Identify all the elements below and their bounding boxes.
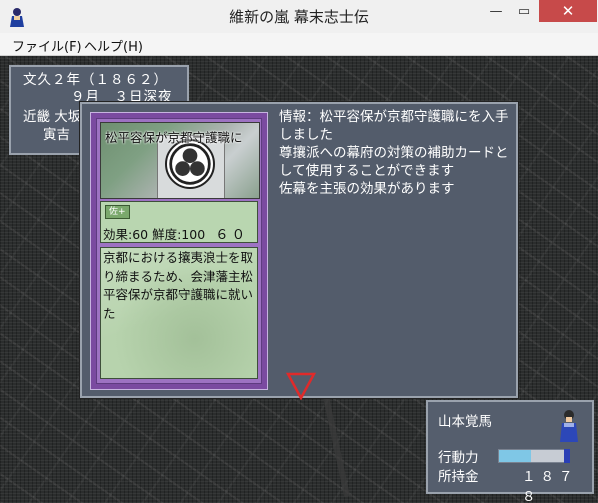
- card-description-box: 京都における攘夷浪士を取り締まるため、会津藩主松平容保が京都守護職に就いた: [100, 247, 258, 379]
- character-name: 山本覚馬: [438, 414, 492, 430]
- card-title: 松平容保が京都守護職に: [105, 130, 243, 145]
- action-power-fill: [499, 450, 531, 462]
- info-card[interactable]: 松平容保が京都守護職に 佐+ 効果:60 鮮度:100 ６０ 京都における攘夷浪士…: [90, 112, 268, 390]
- next-page-arrow-icon[interactable]: [286, 372, 316, 400]
- card-effect-value: ６０: [215, 227, 249, 243]
- game-map[interactable]: 文久２年（１８６２） ９月 ３日深夜 近畿 大坂 寅吉 松平容保が京都守護職に: [0, 56, 598, 503]
- action-power-marker: [564, 449, 570, 463]
- money-label: 所持金: [438, 469, 479, 485]
- menu-bar: ファイル(F) ヘルプ(H): [0, 33, 598, 56]
- window-titlebar: 維新の嵐 幕末志士伝 — ▭ ✕: [0, 0, 598, 34]
- weather-label: 寅吉: [43, 127, 70, 143]
- maximize-button[interactable]: ▭: [510, 0, 538, 22]
- card-stats: 佐+ 効果:60 鮮度:100 ６０: [100, 201, 258, 243]
- date-year: 文久２年（１８６２）: [23, 72, 168, 88]
- character-panel: 山本覚馬 行動力 所持金 １８７８: [426, 400, 594, 503]
- sabaku-badge: 佐+: [105, 205, 130, 219]
- card-effect-line: 効果:60 鮮度:100 ６０: [103, 223, 248, 243]
- aoi-crest-icon: [165, 139, 215, 189]
- card-description: 京都における攘夷浪士を取り締まるため、会津藩主松平容保が京都守護職に就いた: [103, 250, 254, 321]
- menu-file[interactable]: ファイル(F): [12, 36, 82, 55]
- minimize-button[interactable]: —: [482, 0, 510, 22]
- card-illustration: 松平容保が京都守護職に: [100, 122, 260, 199]
- info-message: 情報：松平容保が京都守護職にを入手しました 尊攘派への幕府の対策の補助カードとし…: [279, 109, 509, 197]
- action-power-bar: [498, 449, 570, 463]
- card-effect-label: 効果:60 鮮度:100: [103, 227, 206, 242]
- character-portrait-icon[interactable]: [556, 408, 582, 442]
- location-label: 近畿 大坂: [23, 109, 82, 125]
- menu-help[interactable]: ヘルプ(H): [84, 36, 143, 55]
- money-value: １８７８: [522, 469, 578, 503]
- card-inner: 松平容保が京都守護職に 佐+ 効果:60 鮮度:100 ６０ 京都における攘夷浪士…: [96, 118, 262, 384]
- info-dialog: 松平容保が京都守護職に 佐+ 効果:60 鮮度:100 ６０ 京都における攘夷浪士…: [80, 102, 518, 400]
- close-button[interactable]: ✕: [539, 0, 597, 22]
- action-power-label: 行動力: [438, 450, 479, 466]
